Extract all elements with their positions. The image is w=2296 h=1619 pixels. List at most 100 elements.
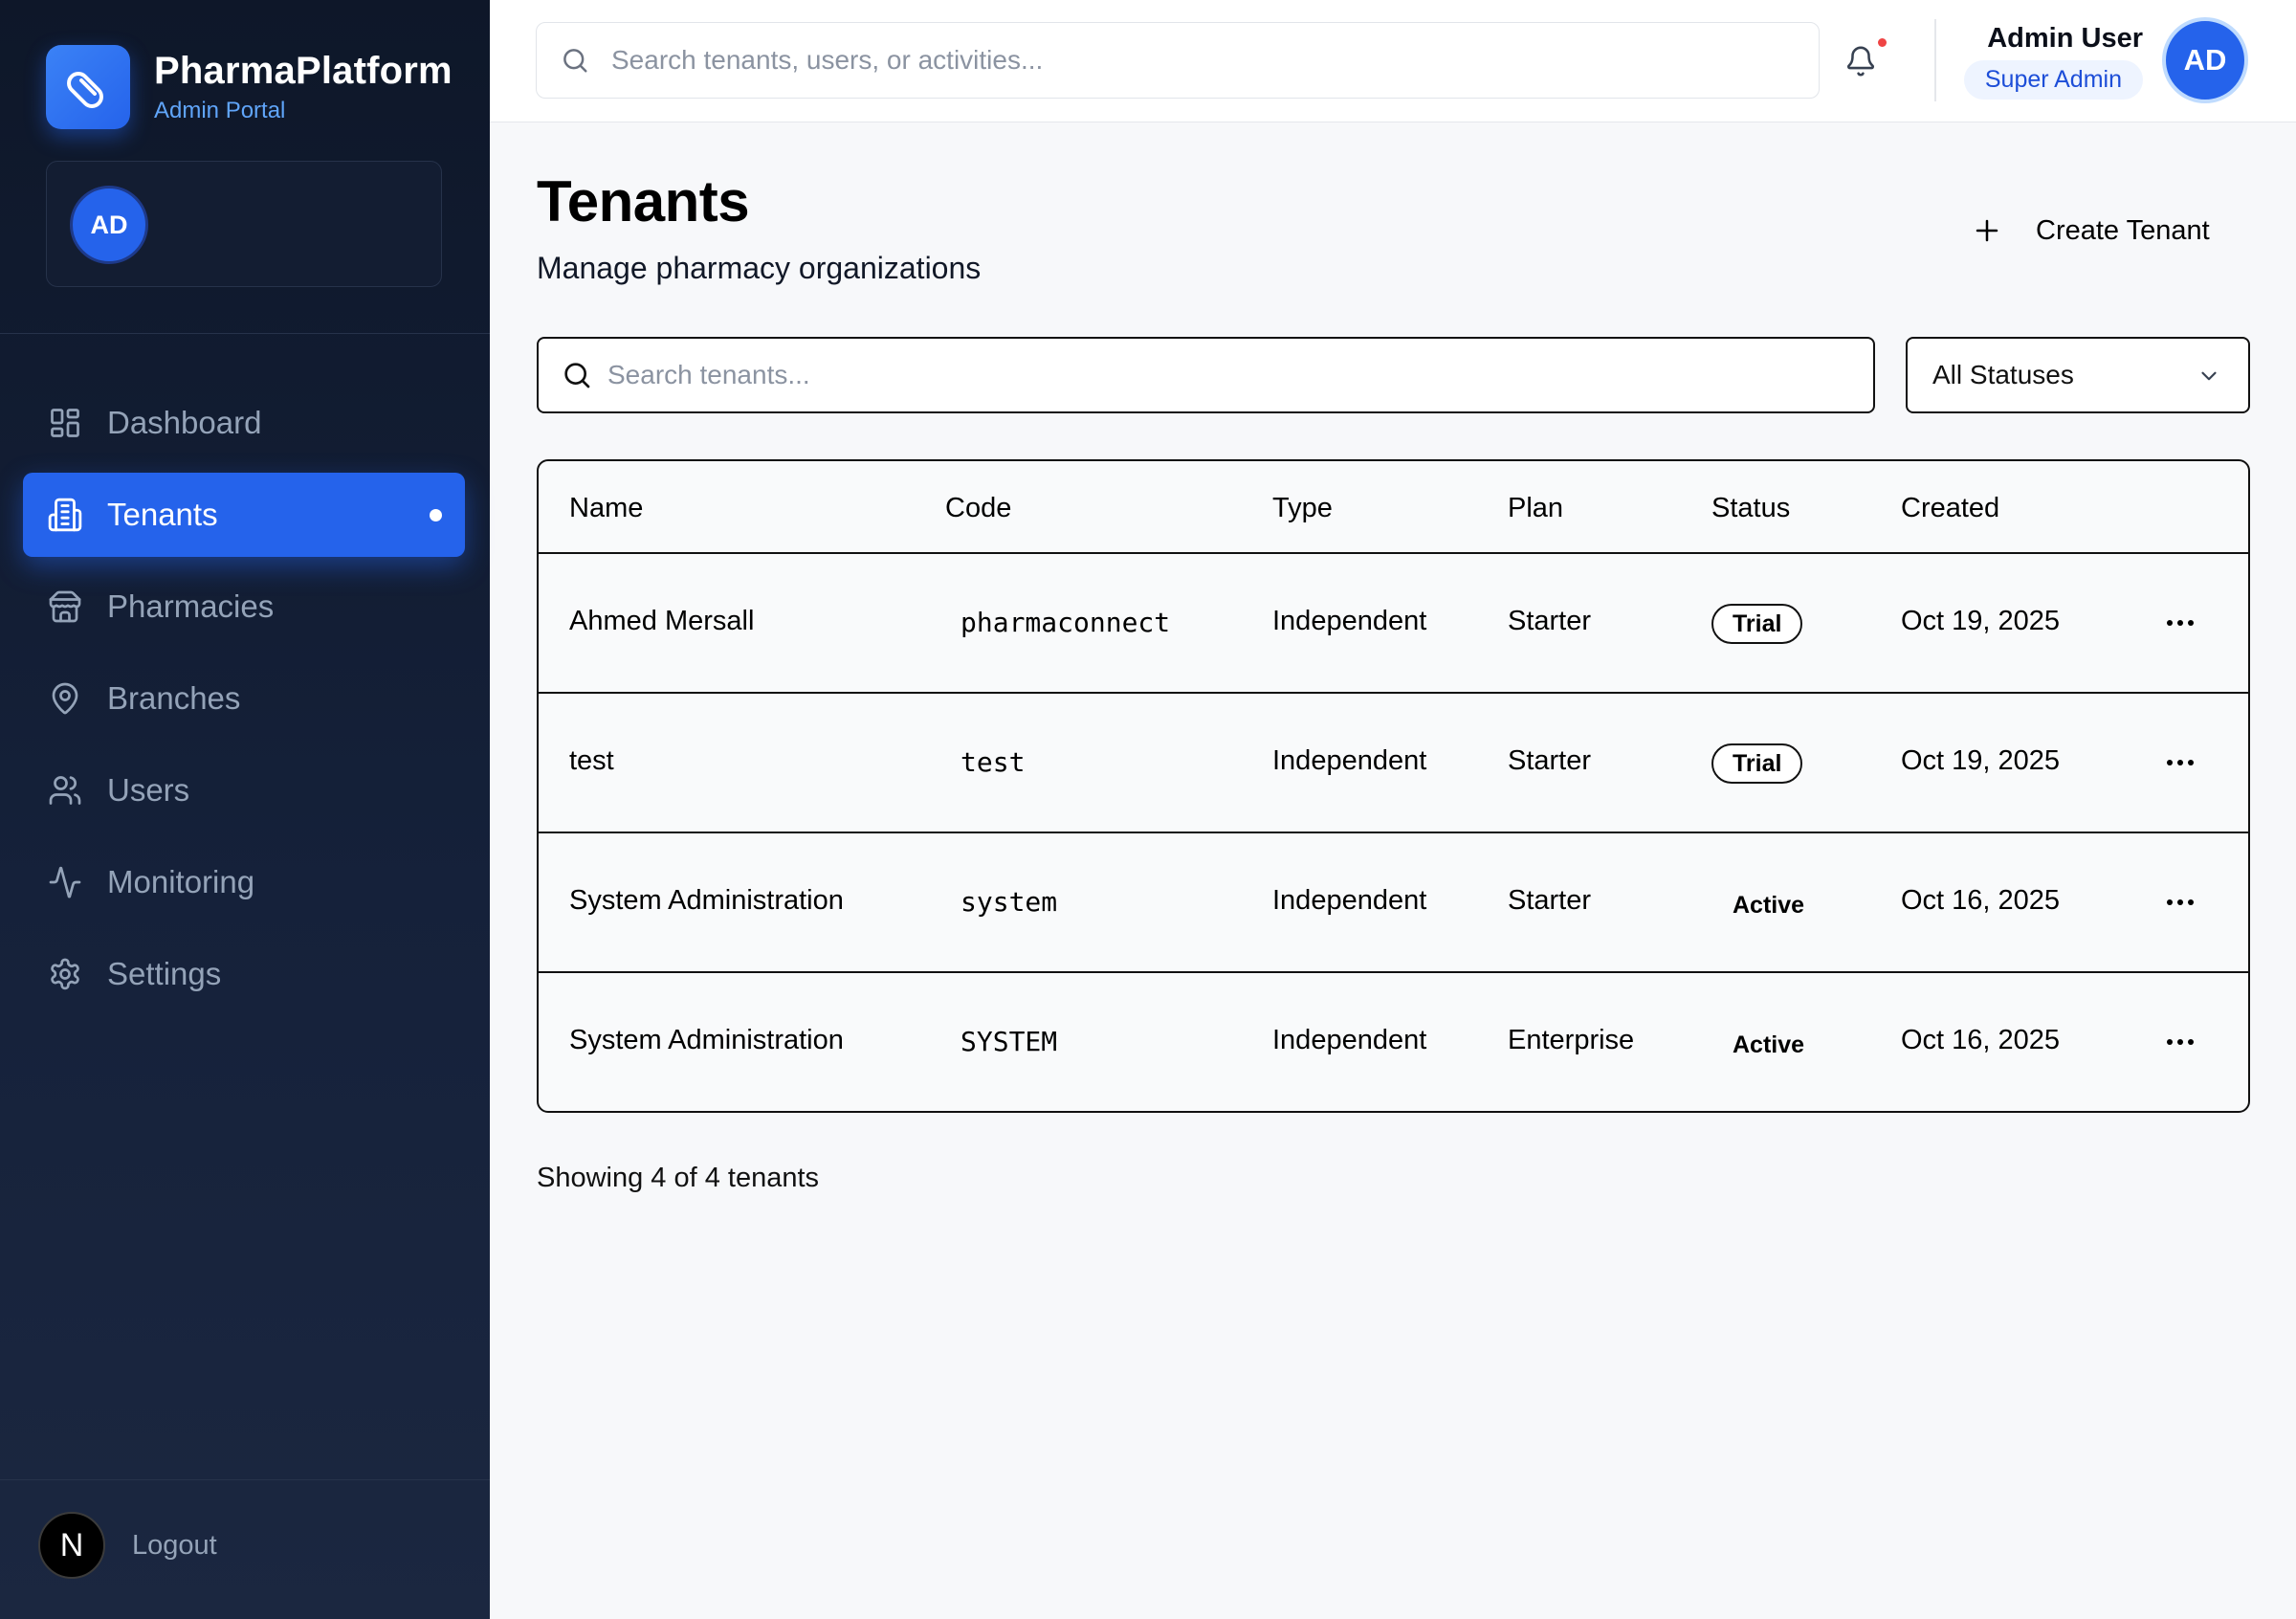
search-icon [560, 358, 594, 392]
more-actions-button[interactable] [2161, 1025, 2199, 1059]
page-subtitle: Manage pharmacy organizations [537, 251, 982, 285]
map-pin-icon [46, 679, 84, 718]
brand-title: PharmaPlatform [154, 50, 453, 92]
more-horizontal-icon [2167, 760, 2194, 765]
more-horizontal-icon [2167, 1039, 2194, 1045]
avatar: AD [2162, 17, 2248, 103]
tenant-plan: Starter [1508, 745, 1592, 776]
logout-label: Logout [132, 1529, 217, 1561]
tenant-created: Oct 16, 2025 [1901, 885, 2061, 916]
notification-dot [1878, 38, 1887, 47]
activity-icon [46, 863, 84, 901]
sidebar-item-pharmacies[interactable]: Pharmacies [23, 565, 465, 649]
column-header-status[interactable]: Status [1711, 493, 1790, 524]
sidebar-item-branches[interactable]: Branches [23, 656, 465, 741]
column-header-plan[interactable]: Plan [1508, 493, 1563, 524]
more-actions-button[interactable] [2161, 745, 2199, 780]
divider [0, 333, 490, 334]
user-role-badge: Super Admin [1963, 60, 2143, 100]
user-menu[interactable]: Admin User Super Admin AD [1963, 17, 2248, 103]
status-badge: Active [1733, 892, 1805, 919]
search-icon [558, 43, 592, 78]
status-filter-value: All Statuses [1932, 360, 2074, 389]
more-actions-button[interactable] [2161, 606, 2199, 640]
sidebar-nav: Dashboard Tenants Pharmacies Branches Us… [23, 381, 465, 1024]
users-icon [46, 771, 84, 810]
tenant-plan: Enterprise [1508, 1025, 1635, 1055]
tenant-name: test [569, 745, 614, 776]
column-header-name[interactable]: Name [569, 493, 643, 524]
sidebar-item-label: Branches [107, 680, 241, 716]
tenant-type: Independent [1272, 745, 1427, 776]
column-header-type[interactable]: Type [1272, 493, 1333, 524]
building-icon [46, 496, 84, 534]
tenant-name: Ahmed Mersall [569, 606, 755, 636]
bell-icon [1847, 46, 1874, 77]
tenants-table: Name Code Type Plan Status Created Ahmed… [537, 459, 2250, 1113]
tenant-plan: Starter [1508, 885, 1592, 916]
plus-icon [1971, 214, 2003, 247]
tenant-created: Oct 16, 2025 [1901, 1025, 2061, 1055]
brand[interactable]: PharmaPlatform Admin Portal [46, 45, 453, 129]
sidebar-user-card[interactable]: AD [46, 161, 442, 287]
create-tenant-button[interactable]: Create Tenant [1971, 201, 2210, 260]
chevron-down-icon [2201, 371, 2217, 381]
table-row[interactable]: Ahmed Mersall pharmaconnect Independent … [539, 554, 2248, 694]
tenant-code: test [960, 746, 1026, 778]
table-header: Name Code Type Plan Status Created [539, 461, 2248, 554]
tenant-name: System Administration [569, 1025, 844, 1055]
status-filter-select[interactable]: All Statuses [1906, 337, 2250, 413]
sidebar-item-label: Tenants [107, 497, 218, 532]
global-search[interactable] [536, 22, 1820, 99]
sidebar-item-users[interactable]: Users [23, 748, 465, 832]
divider [1934, 19, 1936, 101]
avatar: AD [70, 186, 148, 264]
create-tenant-label: Create Tenant [2036, 214, 2210, 246]
active-indicator [430, 509, 442, 521]
tenant-code: pharmaconnect [960, 607, 1171, 638]
gear-icon [46, 955, 84, 993]
tenant-search[interactable] [537, 337, 1875, 413]
page-title: Tenants [537, 169, 750, 233]
table-row[interactable]: System Administration system Independent… [539, 833, 2248, 973]
more-horizontal-icon [2167, 620, 2194, 626]
tenant-type: Independent [1272, 885, 1427, 916]
pagination-summary: Showing 4 of 4 tenants [537, 1163, 820, 1193]
tenant-created: Oct 19, 2025 [1901, 606, 2061, 636]
pill-icon [46, 45, 130, 129]
n-logo-icon: N [38, 1512, 105, 1579]
store-icon [46, 588, 84, 626]
logout-button[interactable]: N Logout [38, 1512, 217, 1579]
status-badge: Trial [1711, 743, 1803, 784]
sidebar: PharmaPlatform Admin Portal AD Dashboard… [0, 0, 490, 1619]
divider [0, 1479, 490, 1480]
sidebar-item-label: Pharmacies [107, 588, 275, 624]
sidebar-item-settings[interactable]: Settings [23, 932, 465, 1016]
table-row[interactable]: System Administration SYSTEM Independent… [539, 973, 2248, 1111]
dashboard-icon [46, 404, 84, 442]
column-header-created[interactable]: Created [1901, 493, 1999, 524]
sidebar-item-label: Users [107, 772, 190, 808]
sidebar-item-tenants[interactable]: Tenants [23, 473, 465, 557]
user-name: Admin User [1987, 23, 2143, 54]
column-header-code[interactable]: Code [945, 493, 1011, 524]
sidebar-item-monitoring[interactable]: Monitoring [23, 840, 465, 924]
tenant-type: Independent [1272, 1025, 1427, 1055]
status-badge: Trial [1711, 604, 1803, 644]
topbar: Admin User Super Admin AD [490, 0, 2296, 122]
sidebar-item-dashboard[interactable]: Dashboard [23, 381, 465, 465]
more-actions-button[interactable] [2161, 885, 2199, 920]
global-search-input[interactable] [611, 45, 1759, 76]
sidebar-item-label: Settings [107, 956, 222, 991]
notifications-button[interactable] [1844, 38, 1887, 82]
tenant-code: system [960, 886, 1058, 918]
tenant-type: Independent [1272, 606, 1427, 636]
tenant-search-input[interactable] [607, 360, 1851, 390]
table-row[interactable]: test test Independent Starter Trial Oct … [539, 694, 2248, 833]
sidebar-item-label: Monitoring [107, 864, 255, 899]
status-badge: Active [1733, 1031, 1805, 1058]
tenant-plan: Starter [1508, 606, 1592, 636]
tenant-created: Oct 19, 2025 [1901, 745, 2061, 776]
tenant-code: SYSTEM [960, 1026, 1058, 1057]
sidebar-item-label: Dashboard [107, 405, 262, 440]
